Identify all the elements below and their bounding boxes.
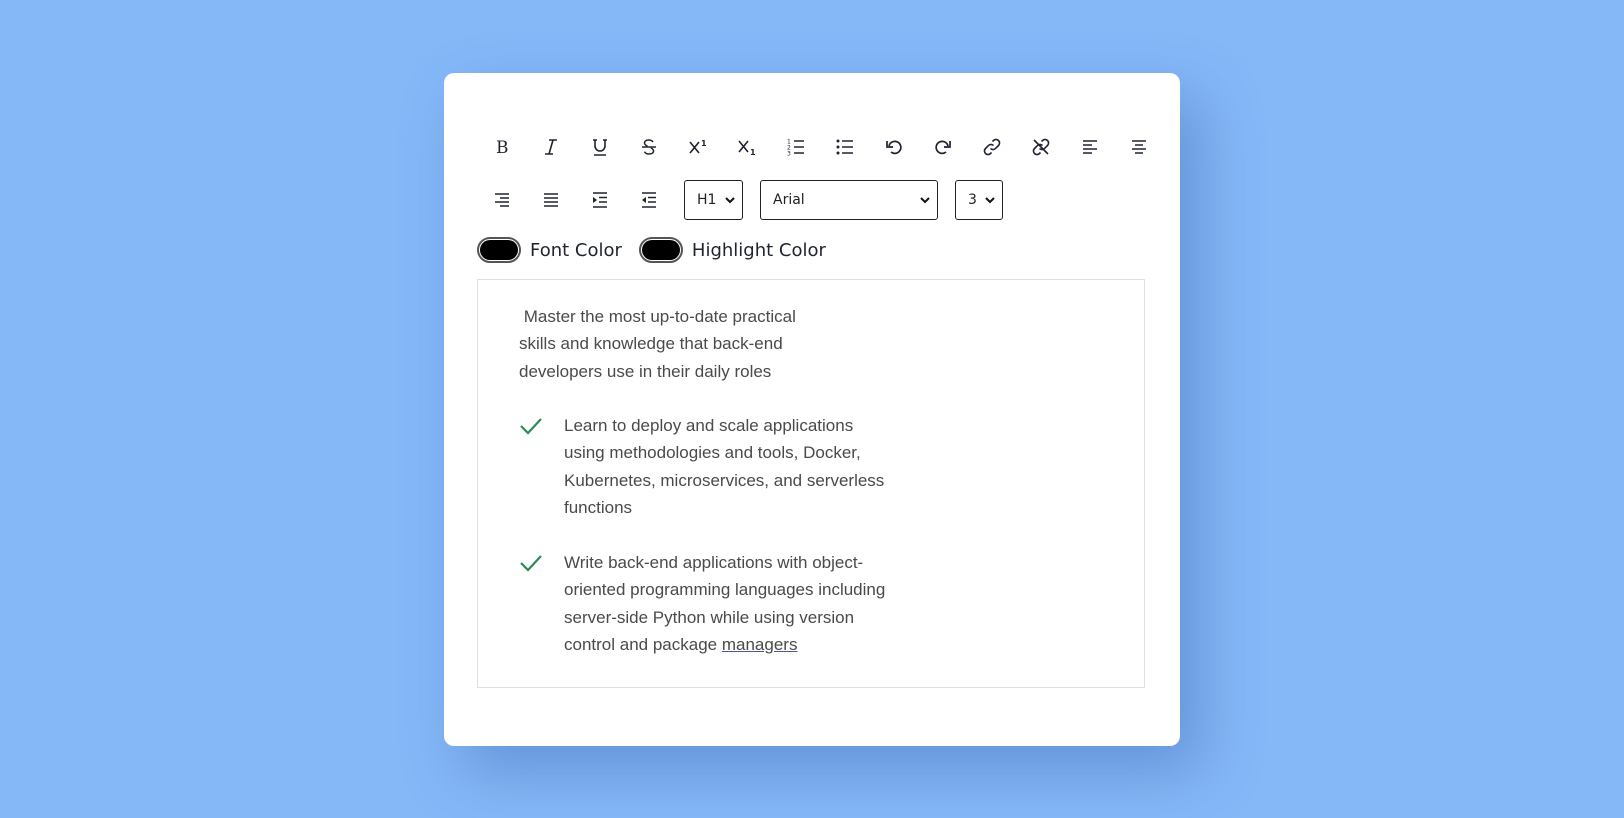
align-left-button[interactable] — [1065, 125, 1114, 169]
text-editor-area[interactable]: Master the most up-to-date practical ski… — [477, 279, 1145, 688]
redo-icon — [934, 140, 951, 155]
ordered-list-button[interactable]: 123 — [771, 125, 820, 169]
superscript-icon: 1 — [688, 139, 707, 154]
bold-button[interactable]: B — [477, 125, 526, 169]
checkmark-icon — [519, 549, 564, 659]
align-center-icon — [1131, 140, 1146, 154]
checkmark-icon — [519, 412, 564, 522]
list-item-text: Learn to deploy and scale applications u… — [564, 416, 885, 518]
font-family-select[interactable]: Arial — [760, 180, 938, 220]
strikethrough-icon — [641, 139, 656, 155]
undo-icon — [885, 140, 902, 155]
unordered-list-icon — [836, 139, 853, 155]
font-family-select-value: Arial — [773, 192, 805, 208]
ordered-list-icon: 123 — [787, 139, 804, 158]
redo-button[interactable] — [918, 125, 967, 169]
underline-icon — [592, 139, 607, 156]
managers-link[interactable]: managers — [722, 635, 798, 654]
highlight-color-picker[interactable] — [638, 237, 683, 263]
subscript-icon: 1 — [737, 140, 756, 157]
justify-icon — [543, 193, 558, 207]
intro-paragraph: Master the most up-to-date practical ski… — [519, 307, 801, 381]
list-item: Write back-end applications with object-… — [519, 549, 894, 659]
indent-button[interactable] — [575, 178, 624, 222]
toolbar-row-2: H1 Arial 3 — [477, 178, 1003, 222]
font-size-select[interactable]: 3 — [955, 180, 1003, 220]
svg-text:1: 1 — [750, 148, 756, 157]
indent-icon — [592, 192, 607, 208]
list-item-text: Write back-end applications with object-… — [564, 549, 894, 659]
chevron-down-icon — [725, 197, 735, 204]
outdent-button[interactable] — [624, 178, 673, 222]
list-item: Learn to deploy and scale applications u… — [519, 412, 894, 522]
font-size-select-value: 3 — [968, 192, 977, 208]
unlink-icon — [1032, 138, 1049, 156]
font-color-swatch — [480, 240, 518, 260]
link-icon — [983, 138, 1000, 156]
unlink-button[interactable] — [1016, 125, 1065, 169]
superscript-button[interactable]: 1 — [673, 125, 722, 169]
align-right-icon — [494, 193, 509, 207]
unordered-list-button[interactable] — [820, 125, 869, 169]
align-left-icon — [1082, 140, 1097, 154]
heading-select-value: H1 — [697, 192, 717, 208]
color-controls: Font Color Highlight Color — [477, 237, 826, 263]
italic-icon — [544, 139, 557, 155]
undo-button[interactable] — [869, 125, 918, 169]
underline-button[interactable] — [575, 125, 624, 169]
svg-text:B: B — [496, 138, 509, 157]
justify-button[interactable] — [526, 178, 575, 222]
subscript-button[interactable]: 1 — [722, 125, 771, 169]
align-center-button[interactable] — [1114, 125, 1163, 169]
highlight-color-label: Highlight Color — [691, 239, 826, 261]
heading-select[interactable]: H1 — [684, 180, 743, 220]
chevron-down-icon — [920, 197, 930, 204]
svg-text:1: 1 — [701, 139, 707, 148]
outdent-icon — [641, 192, 656, 208]
italic-button[interactable] — [526, 125, 575, 169]
font-color-label: Font Color — [530, 239, 622, 261]
editor-card: B 1 1 123 H1 Arial 3 Font Color Highligh… — [444, 73, 1180, 746]
svg-text:3: 3 — [787, 151, 791, 158]
strikethrough-button[interactable] — [624, 125, 673, 169]
highlight-color-swatch — [641, 240, 680, 260]
align-right-button[interactable] — [477, 178, 526, 222]
chevron-down-icon — [985, 197, 995, 204]
font-color-picker[interactable] — [477, 237, 521, 263]
toolbar-row-1: B 1 1 123 — [477, 125, 1163, 169]
link-button[interactable] — [967, 125, 1016, 169]
bold-icon: B — [496, 138, 509, 157]
